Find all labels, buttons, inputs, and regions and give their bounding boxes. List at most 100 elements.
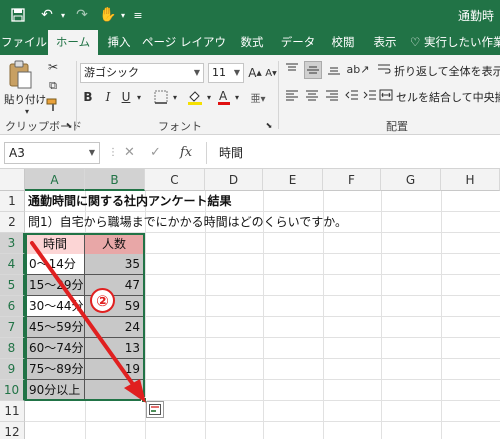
table-cell-count[interactable]: 19 xyxy=(85,359,144,380)
row-header-1[interactable]: 1 xyxy=(0,191,25,212)
quick-analysis-icon[interactable] xyxy=(146,401,164,418)
row-header-8[interactable]: 8 xyxy=(0,338,25,359)
cell-a3-header[interactable]: 時間 xyxy=(26,234,85,255)
wrap-text-icon[interactable] xyxy=(376,61,392,77)
font-name-combo[interactable]: 游ゴシック ▼ xyxy=(80,63,204,83)
gridline xyxy=(441,191,442,439)
tab-insert[interactable]: 挿入 xyxy=(100,30,138,55)
undo-icon[interactable]: ↶ xyxy=(36,4,58,26)
table-cell-time[interactable]: 0〜14分 xyxy=(26,254,85,275)
underline-button[interactable]: U xyxy=(118,87,134,107)
tab-formulas[interactable]: 数式 xyxy=(232,30,272,55)
cell-b3-header[interactable]: 人数 xyxy=(85,234,144,255)
italic-button[interactable]: I xyxy=(100,87,116,107)
table-cell-time[interactable]: 75〜89分 xyxy=(26,359,85,380)
row-header-5[interactable]: 5 xyxy=(0,275,25,296)
chevron-down-icon: ▼ xyxy=(88,148,95,157)
row-header-7[interactable]: 7 xyxy=(0,317,25,338)
align-center-icon[interactable] xyxy=(304,87,320,103)
font-color-dropdown-icon[interactable]: ▾ xyxy=(232,87,242,107)
table-cell-count[interactable]: 13 xyxy=(85,338,144,359)
ribbon-tabs: ファイル ホーム 挿入 ページ レイアウト 数式 データ 校閲 表示 ♡ 実行し… xyxy=(0,30,500,74)
row-header-3[interactable]: 3 xyxy=(0,233,25,254)
table-cell-count[interactable] xyxy=(85,380,144,401)
customize-qat-icon[interactable]: ≡ xyxy=(131,4,145,26)
table-cell-count[interactable]: 24 xyxy=(85,317,144,338)
fill-color-dropdown-icon[interactable]: ▾ xyxy=(204,87,214,107)
row-header-2[interactable]: 2 xyxy=(0,212,25,233)
align-middle-icon[interactable] xyxy=(304,61,322,79)
column-header-c[interactable]: C xyxy=(145,169,205,191)
touch-mode-dropdown-icon[interactable]: ▾ xyxy=(118,4,128,26)
row-header-11[interactable]: 11 xyxy=(0,401,25,422)
table-cell-time[interactable]: 60〜74分 xyxy=(26,338,85,359)
decrease-indent-icon[interactable] xyxy=(344,87,360,103)
cut-icon[interactable]: ✂ xyxy=(44,58,62,76)
cancel-icon[interactable]: ✕ xyxy=(124,145,135,160)
align-bottom-icon[interactable] xyxy=(326,61,342,77)
paste-dropdown-icon[interactable]: ▾ xyxy=(20,105,34,117)
format-painter-icon[interactable] xyxy=(44,96,62,114)
column-header-f[interactable]: F xyxy=(323,169,381,191)
grow-font-icon[interactable]: A ▲ xyxy=(248,63,262,83)
formula-input[interactable]: 時間 xyxy=(206,142,500,164)
row-header-4[interactable]: 4 xyxy=(0,254,25,275)
row-header-6[interactable]: 6 xyxy=(0,296,25,317)
increase-indent-icon[interactable] xyxy=(362,87,378,103)
font-color-icon[interactable]: A xyxy=(216,87,232,107)
tab-page-layout[interactable]: ページ レイアウト xyxy=(140,30,228,74)
cell-a2-question[interactable]: 問1）自宅から職場までにかかる時間はどのくらいですか。 xyxy=(25,212,347,233)
tab-home[interactable]: ホーム xyxy=(48,30,98,55)
tell-me-box[interactable]: ♡ 実行したい作業 xyxy=(410,30,500,55)
merge-center-icon[interactable] xyxy=(378,87,394,103)
tab-view[interactable]: 表示 xyxy=(366,30,404,55)
align-left-icon[interactable] xyxy=(284,87,300,103)
table-cell-time[interactable]: 45〜59分 xyxy=(26,317,85,338)
column-header-g[interactable]: G xyxy=(381,169,441,191)
row-header-9[interactable]: 9 xyxy=(0,359,25,380)
tab-review[interactable]: 校閲 xyxy=(324,30,362,55)
name-box[interactable]: A3 ▼ xyxy=(4,142,100,164)
underline-dropdown-icon[interactable]: ▾ xyxy=(134,87,144,107)
tab-file[interactable]: ファイル xyxy=(0,30,48,55)
table-cell-time[interactable]: 90分以上 xyxy=(26,380,85,401)
column-header-e[interactable]: E xyxy=(263,169,323,191)
ribbon-home: 貼り付け ▾ ✂ ⧉ クリップボード ⬊ 游ゴシック ▼ 11 ▼ A ▲ A ▼ B … xyxy=(0,55,500,135)
shrink-font-icon[interactable]: A ▼ xyxy=(264,63,278,83)
save-icon[interactable] xyxy=(8,4,28,26)
fill-color-icon[interactable] xyxy=(186,87,204,107)
touch-mode-icon[interactable]: ✋ xyxy=(98,4,118,26)
column-header-a[interactable]: A xyxy=(25,169,85,191)
column-header-d[interactable]: D xyxy=(205,169,263,191)
font-launcher-icon[interactable]: ⬊ xyxy=(264,119,274,131)
clipboard-launcher-icon[interactable]: ⬊ xyxy=(64,119,74,131)
column-header-b[interactable]: B xyxy=(85,169,145,191)
undo-dropdown-icon[interactable]: ▾ xyxy=(58,4,68,26)
alignment-group-label: 配置 xyxy=(386,120,408,133)
orientation-icon[interactable]: ab↗ xyxy=(347,61,370,77)
align-right-icon[interactable] xyxy=(324,87,340,103)
bold-button[interactable]: B xyxy=(80,87,96,107)
redo-icon[interactable]: ↷ xyxy=(72,4,92,26)
select-all-button[interactable] xyxy=(0,169,25,191)
tab-data[interactable]: データ xyxy=(278,30,318,55)
font-size-combo[interactable]: 11 ▼ xyxy=(208,63,244,83)
table-cell-time[interactable]: 15〜29分 xyxy=(26,275,85,296)
phonetic-icon[interactable]: 亜▾ xyxy=(246,87,270,107)
insert-function-icon[interactable]: fx xyxy=(180,145,192,160)
border-icon[interactable] xyxy=(152,87,170,107)
paste-icon[interactable] xyxy=(4,59,36,91)
table-cell-time[interactable]: 30〜44分 xyxy=(26,296,85,317)
row-header-12[interactable]: 12 xyxy=(0,422,25,439)
lightbulb-icon: ♡ xyxy=(410,35,421,49)
border-dropdown-icon[interactable]: ▾ xyxy=(170,87,180,107)
row-header-10[interactable]: 10 xyxy=(0,380,25,401)
enter-icon[interactable]: ✓ xyxy=(150,145,161,160)
wrap-text-button[interactable]: 折り返して全体を表示す xyxy=(394,63,500,79)
align-top-icon[interactable] xyxy=(284,61,300,77)
cell-a1-title[interactable]: 通勤時間に関する社内アンケート結果 xyxy=(25,191,232,212)
column-header-h[interactable]: H xyxy=(441,169,500,191)
table-cell-count[interactable]: 35 xyxy=(85,254,144,275)
merge-center-button[interactable]: セルを結合して中央揃え xyxy=(396,89,500,105)
copy-icon[interactable]: ⧉ xyxy=(44,77,62,95)
